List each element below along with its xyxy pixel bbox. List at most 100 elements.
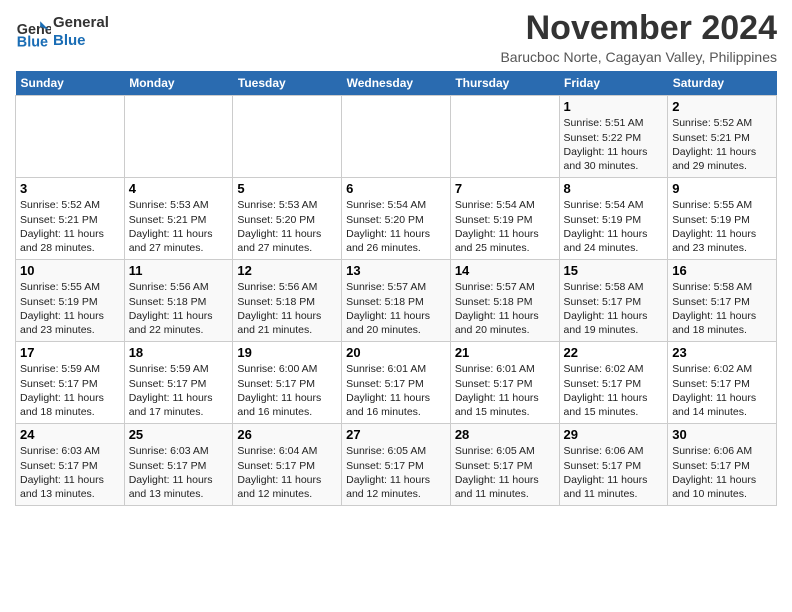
calendar-cell xyxy=(233,96,342,178)
week-row-1: 1 Sunrise: 5:51 AM Sunset: 5:22 PM Daylig… xyxy=(16,96,777,178)
week-row-4: 17 Sunrise: 5:59 AM Sunset: 5:17 PM Dayli… xyxy=(16,342,777,424)
date-number: 7 xyxy=(455,181,555,196)
day-info: Sunrise: 5:54 AM Sunset: 5:20 PM Dayligh… xyxy=(346,198,446,255)
day-info: Sunrise: 6:05 AM Sunset: 5:17 PM Dayligh… xyxy=(455,444,555,501)
weekday-header-tuesday: Tuesday xyxy=(233,71,342,96)
month-title: November 2024 xyxy=(500,10,777,47)
calendar-cell: 19 Sunrise: 6:00 AM Sunset: 5:17 PM Dayli… xyxy=(233,342,342,424)
day-info: Sunrise: 5:59 AM Sunset: 5:17 PM Dayligh… xyxy=(20,362,120,419)
week-row-2: 3 Sunrise: 5:52 AM Sunset: 5:21 PM Daylig… xyxy=(16,178,777,260)
calendar-cell: 13 Sunrise: 5:57 AM Sunset: 5:18 PM Dayli… xyxy=(342,260,451,342)
date-number: 5 xyxy=(237,181,337,196)
day-info: Sunrise: 5:55 AM Sunset: 5:19 PM Dayligh… xyxy=(20,280,120,337)
day-info: Sunrise: 5:56 AM Sunset: 5:18 PM Dayligh… xyxy=(237,280,337,337)
date-number: 29 xyxy=(564,427,664,442)
date-number: 18 xyxy=(129,345,229,360)
date-number: 13 xyxy=(346,263,446,278)
date-number: 6 xyxy=(346,181,446,196)
date-number: 19 xyxy=(237,345,337,360)
day-info: Sunrise: 6:00 AM Sunset: 5:17 PM Dayligh… xyxy=(237,362,337,419)
calendar-cell: 8Sunrise: 5:54 AM Sunset: 5:19 PM Daylig… xyxy=(559,178,668,260)
date-number: 10 xyxy=(20,263,120,278)
calendar-cell: 26 Sunrise: 6:04 AM Sunset: 5:17 PM Dayli… xyxy=(233,424,342,506)
calendar-cell: 29 Sunrise: 6:06 AM Sunset: 5:17 PM Dayli… xyxy=(559,424,668,506)
day-info: Sunrise: 5:54 AM Sunset: 5:19 PM Dayligh… xyxy=(455,198,555,255)
calendar-cell xyxy=(342,96,451,178)
date-number: 14 xyxy=(455,263,555,278)
day-info: Sunrise: 6:05 AM Sunset: 5:17 PM Dayligh… xyxy=(346,444,446,501)
page-header: General Blue General Blue November 2024 … xyxy=(15,10,777,65)
location: Barucboc Norte, Cagayan Valley, Philippi… xyxy=(500,49,777,65)
day-info: Sunrise: 6:06 AM Sunset: 5:17 PM Dayligh… xyxy=(564,444,664,501)
calendar-cell xyxy=(450,96,559,178)
weekday-header-monday: Monday xyxy=(124,71,233,96)
calendar-cell: 11Sunrise: 5:56 AM Sunset: 5:18 PM Dayli… xyxy=(124,260,233,342)
calendar-cell: 23 Sunrise: 6:02 AM Sunset: 5:17 PM Dayli… xyxy=(668,342,777,424)
calendar-cell: 28 Sunrise: 6:05 AM Sunset: 5:17 PM Dayli… xyxy=(450,424,559,506)
calendar-cell: 15 Sunrise: 5:58 AM Sunset: 5:17 PM Dayli… xyxy=(559,260,668,342)
day-info: Sunrise: 6:06 AM Sunset: 5:17 PM Dayligh… xyxy=(672,444,772,501)
weekday-header-sunday: Sunday xyxy=(16,71,125,96)
weekday-header-thursday: Thursday xyxy=(450,71,559,96)
day-info: Sunrise: 5:57 AM Sunset: 5:18 PM Dayligh… xyxy=(346,280,446,337)
calendar-table: SundayMondayTuesdayWednesdayThursdayFrid… xyxy=(15,71,777,506)
date-number: 8 xyxy=(564,181,664,196)
calendar-cell: 5 Sunrise: 5:53 AM Sunset: 5:20 PM Daylig… xyxy=(233,178,342,260)
day-info: Sunrise: 6:02 AM Sunset: 5:17 PM Dayligh… xyxy=(672,362,772,419)
day-info: Sunrise: 6:02 AM Sunset: 5:17 PM Dayligh… xyxy=(564,362,664,419)
day-info: Sunrise: 6:03 AM Sunset: 5:17 PM Dayligh… xyxy=(129,444,229,501)
calendar-cell xyxy=(16,96,125,178)
calendar-cell: 4Sunrise: 5:53 AM Sunset: 5:21 PM Daylig… xyxy=(124,178,233,260)
calendar-cell: 10 Sunrise: 5:55 AM Sunset: 5:19 PM Dayli… xyxy=(16,260,125,342)
title-block: November 2024 Barucboc Norte, Cagayan Va… xyxy=(500,10,777,65)
date-number: 15 xyxy=(564,263,664,278)
calendar-cell: 9Sunrise: 5:55 AM Sunset: 5:19 PM Daylig… xyxy=(668,178,777,260)
logo-line1: General xyxy=(53,14,109,32)
calendar-cell: 2Sunrise: 5:52 AM Sunset: 5:21 PM Daylig… xyxy=(668,96,777,178)
calendar-cell: 18 Sunrise: 5:59 AM Sunset: 5:17 PM Dayli… xyxy=(124,342,233,424)
week-row-3: 10 Sunrise: 5:55 AM Sunset: 5:19 PM Dayli… xyxy=(16,260,777,342)
date-number: 24 xyxy=(20,427,120,442)
weekday-header-wednesday: Wednesday xyxy=(342,71,451,96)
date-number: 28 xyxy=(455,427,555,442)
day-info: Sunrise: 5:58 AM Sunset: 5:17 PM Dayligh… xyxy=(564,280,664,337)
day-info: Sunrise: 6:03 AM Sunset: 5:17 PM Dayligh… xyxy=(20,444,120,501)
calendar-cell: 1 Sunrise: 5:51 AM Sunset: 5:22 PM Daylig… xyxy=(559,96,668,178)
date-number: 1 xyxy=(564,99,664,114)
calendar-cell xyxy=(124,96,233,178)
day-info: Sunrise: 5:53 AM Sunset: 5:21 PM Dayligh… xyxy=(129,198,229,255)
calendar-cell: 3 Sunrise: 5:52 AM Sunset: 5:21 PM Daylig… xyxy=(16,178,125,260)
day-info: Sunrise: 6:04 AM Sunset: 5:17 PM Dayligh… xyxy=(237,444,337,501)
date-number: 11 xyxy=(129,263,229,278)
calendar-cell: 20Sunrise: 6:01 AM Sunset: 5:17 PM Dayli… xyxy=(342,342,451,424)
day-info: Sunrise: 5:53 AM Sunset: 5:20 PM Dayligh… xyxy=(237,198,337,255)
calendar-cell: 14Sunrise: 5:57 AM Sunset: 5:18 PM Dayli… xyxy=(450,260,559,342)
logo-icon: General Blue xyxy=(15,14,51,50)
logo-line2: Blue xyxy=(53,32,109,50)
weekday-header-row: SundayMondayTuesdayWednesdayThursdayFrid… xyxy=(16,71,777,96)
day-info: Sunrise: 5:52 AM Sunset: 5:21 PM Dayligh… xyxy=(20,198,120,255)
week-row-5: 24 Sunrise: 6:03 AM Sunset: 5:17 PM Dayli… xyxy=(16,424,777,506)
date-number: 20 xyxy=(346,345,446,360)
svg-text:Blue: Blue xyxy=(17,34,48,50)
calendar-cell: 6 Sunrise: 5:54 AM Sunset: 5:20 PM Daylig… xyxy=(342,178,451,260)
calendar-cell: 16 Sunrise: 5:58 AM Sunset: 5:17 PM Dayli… xyxy=(668,260,777,342)
date-number: 26 xyxy=(237,427,337,442)
calendar-cell: 21Sunrise: 6:01 AM Sunset: 5:17 PM Dayli… xyxy=(450,342,559,424)
weekday-header-saturday: Saturday xyxy=(668,71,777,96)
weekday-header-friday: Friday xyxy=(559,71,668,96)
calendar-cell: 17 Sunrise: 5:59 AM Sunset: 5:17 PM Dayli… xyxy=(16,342,125,424)
date-number: 3 xyxy=(20,181,120,196)
day-info: Sunrise: 5:59 AM Sunset: 5:17 PM Dayligh… xyxy=(129,362,229,419)
day-info: Sunrise: 5:58 AM Sunset: 5:17 PM Dayligh… xyxy=(672,280,772,337)
date-number: 23 xyxy=(672,345,772,360)
date-number: 30 xyxy=(672,427,772,442)
date-number: 21 xyxy=(455,345,555,360)
day-info: Sunrise: 5:51 AM Sunset: 5:22 PM Dayligh… xyxy=(564,116,664,173)
date-number: 9 xyxy=(672,181,772,196)
date-number: 16 xyxy=(672,263,772,278)
calendar-cell: 22Sunrise: 6:02 AM Sunset: 5:17 PM Dayli… xyxy=(559,342,668,424)
date-number: 2 xyxy=(672,99,772,114)
calendar-cell: 25Sunrise: 6:03 AM Sunset: 5:17 PM Dayli… xyxy=(124,424,233,506)
date-number: 17 xyxy=(20,345,120,360)
